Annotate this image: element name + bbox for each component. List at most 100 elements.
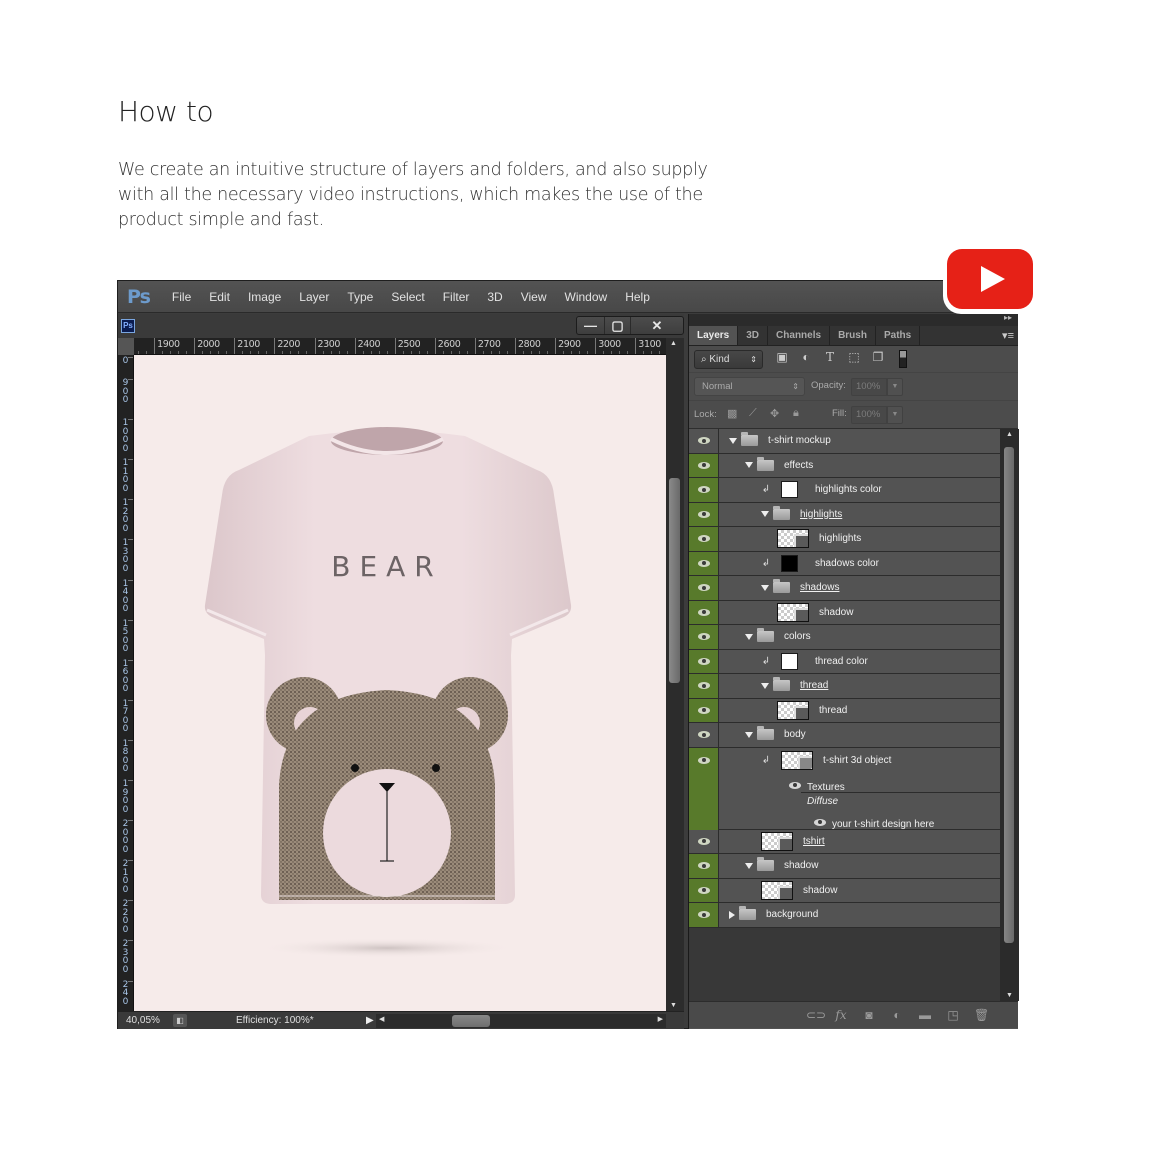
layer-name[interactable]: tshirt — [803, 836, 825, 847]
scroll-up-arrow-icon[interactable]: ▲ — [1006, 431, 1013, 438]
layer-name[interactable]: t-shirt 3d object — [823, 755, 891, 766]
eye-icon[interactable] — [814, 818, 826, 826]
3d-object-thumbnail[interactable] — [781, 750, 813, 770]
color-fill-thumbnail[interactable] — [781, 554, 798, 572]
filter-kind-select[interactable]: ⌕ Kind ⇕ — [694, 350, 763, 369]
layer-row[interactable]: tshirt — [689, 829, 1000, 854]
expand-triangle-open-icon[interactable] — [745, 862, 753, 869]
shape-layer-filter-icon[interactable]: ⬚ — [847, 350, 861, 365]
scroll-up-arrow-icon[interactable]: ▲ — [670, 340, 677, 347]
visibility-toggle[interactable] — [689, 625, 719, 649]
close-button[interactable]: ✕ — [631, 317, 683, 334]
lock-all-padlock-icon[interactable]: 🔒︎ — [793, 407, 799, 420]
layer-name[interactable]: thread — [800, 680, 828, 691]
layer-row[interactable]: ↲ highlights color — [689, 478, 1000, 503]
filter-toggle-switch[interactable] — [899, 350, 907, 368]
expand-triangle-open-icon[interactable] — [745, 633, 753, 640]
layer-row[interactable]: colors — [689, 625, 1000, 650]
visibility-toggle[interactable] — [689, 829, 719, 853]
layer-name[interactable]: shadow — [784, 860, 818, 871]
lock-pixels-brush-icon[interactable]: ⟋ — [749, 407, 757, 420]
layer-row[interactable]: shadow — [689, 600, 1000, 625]
layer-row[interactable]: highlights — [689, 502, 1000, 527]
menu-layer[interactable]: Layer — [299, 290, 329, 304]
smart-object-thumbnail[interactable] — [777, 700, 809, 720]
menu-file[interactable]: File — [172, 290, 191, 304]
menu-help[interactable]: Help — [625, 290, 650, 304]
canvas[interactable]: BEAR — [134, 355, 666, 1011]
visibility-toggle[interactable] — [689, 429, 719, 453]
tab-channels[interactable]: Channels — [768, 326, 831, 345]
vertical-ruler[interactable]: 0 900 1000 1100 1200 1300 1400 1500 1600 1700 1800… — [118, 355, 134, 1011]
youtube-button[interactable] — [943, 246, 1037, 314]
adjustment-icon[interactable]: ◐ — [890, 1008, 904, 1022]
layer-3d-object[interactable]: ↲ t-shirt 3d object Textures Diffuse your t-… — [689, 747, 1000, 830]
layers-scroll-thumb[interactable] — [1004, 447, 1014, 943]
visibility-toggle[interactable] — [689, 649, 719, 673]
layer-name[interactable]: background — [766, 909, 818, 920]
visibility-toggle[interactable] — [689, 674, 719, 698]
scroll-right-arrow-icon[interactable]: ▶ — [658, 1015, 663, 1023]
tab-brush[interactable]: Brush — [830, 326, 876, 345]
menu-filter[interactable]: Filter — [443, 290, 470, 304]
layer-row[interactable]: ↲ thread color — [689, 649, 1000, 674]
horizontal-ruler[interactable]: 0019002000210022002300240025002600270028… — [134, 338, 666, 355]
scroll-down-arrow-icon[interactable]: ▼ — [670, 1002, 677, 1009]
panel-menu-icon[interactable]: ▾≡ — [1002, 326, 1014, 346]
menu-window[interactable]: Window — [565, 290, 608, 304]
expand-triangle-open-icon[interactable] — [761, 584, 769, 591]
layer-name[interactable]: highlights — [800, 509, 842, 520]
layer-row[interactable]: shadow — [689, 878, 1000, 903]
layer-name[interactable]: t-shirt mockup — [768, 435, 831, 446]
adjustment-layer-filter-icon[interactable]: ◐ — [799, 350, 813, 365]
layer-row[interactable]: thread — [689, 698, 1000, 723]
layer-name[interactable]: shadows color — [815, 558, 879, 569]
menu-select[interactable]: Select — [391, 290, 424, 304]
layer-row[interactable]: shadows — [689, 576, 1000, 601]
layer-name[interactable]: shadow — [803, 885, 837, 896]
layer-row[interactable]: highlights — [689, 527, 1000, 552]
layer-name[interactable]: shadow — [819, 607, 853, 618]
document-info-icon[interactable]: ◧ — [173, 1014, 187, 1027]
expand-triangle-open-icon[interactable] — [745, 462, 753, 469]
menu-type[interactable]: Type — [347, 290, 373, 304]
opacity-dropdown-icon[interactable]: ▼ — [887, 378, 903, 396]
layer-row[interactable]: shadow — [689, 854, 1000, 879]
status-menu-arrow-icon[interactable]: ▶ — [366, 1015, 374, 1026]
layer-row[interactable]: background — [689, 903, 1000, 928]
color-fill-thumbnail[interactable] — [781, 481, 798, 499]
canvas-horizontal-scrollbar[interactable]: ◀ ▶ — [376, 1014, 666, 1028]
opacity-input[interactable]: 100% — [851, 378, 887, 396]
visibility-toggle[interactable] — [689, 527, 719, 551]
blend-mode-select[interactable]: Normal ⇕ — [694, 377, 805, 396]
layer-name[interactable]: thread — [819, 705, 847, 716]
pixel-layer-filter-icon[interactable]: ▣ — [775, 350, 789, 365]
layer-row[interactable]: body — [689, 723, 1000, 748]
color-fill-thumbnail[interactable] — [781, 652, 798, 670]
layer-row[interactable]: t-shirt mockup — [689, 429, 1000, 454]
layer-name[interactable]: shadows — [800, 582, 839, 593]
expand-triangle-closed-icon[interactable] — [729, 910, 735, 919]
visibility-toggle[interactable] — [689, 878, 719, 902]
visibility-toggle[interactable] — [689, 747, 719, 830]
layer-name[interactable]: colors — [784, 631, 811, 642]
visibility-toggle[interactable] — [689, 903, 719, 927]
fill-input[interactable]: 100% — [851, 406, 887, 424]
collapse-panel-icon[interactable]: ▸▸ — [1004, 313, 1012, 322]
tab-3d[interactable]: 3D — [738, 326, 769, 345]
expand-triangle-open-icon[interactable] — [761, 511, 769, 518]
scroll-left-arrow-icon[interactable]: ◀ — [379, 1015, 384, 1023]
type-layer-filter-icon[interactable]: T — [823, 350, 837, 365]
new-layer-icon[interactable]: ◳ — [946, 1008, 960, 1022]
smart-object-thumbnail[interactable] — [777, 602, 809, 622]
fill-dropdown-icon[interactable]: ▼ — [887, 406, 903, 424]
layer-row[interactable]: thread — [689, 674, 1000, 699]
layer-row[interactable]: ↲ shadows color — [689, 551, 1000, 576]
smart-object-thumbnail[interactable] — [761, 880, 793, 900]
visibility-toggle[interactable] — [689, 551, 719, 575]
expand-triangle-open-icon[interactable] — [761, 682, 769, 689]
zoom-level[interactable]: 40,05% — [126, 1015, 160, 1026]
visibility-toggle[interactable] — [689, 723, 719, 747]
ruler-origin[interactable] — [118, 338, 134, 355]
lock-position-move-icon[interactable]: ✥ — [770, 407, 779, 420]
